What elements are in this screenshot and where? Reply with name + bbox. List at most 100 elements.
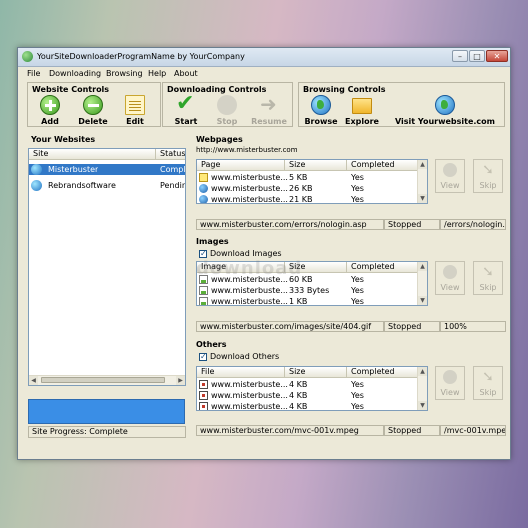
website-row[interactable]: Misterbuster Compl	[29, 164, 186, 175]
menu-browsing[interactable]: Browsing	[106, 69, 143, 78]
scroll-down-arrow-icon[interactable]: ▼	[418, 401, 427, 410]
images-title: Images	[196, 237, 229, 246]
image-row[interactable]: www.misterbuste... 1 KB Yes	[197, 296, 419, 305]
other-row[interactable]: www.misterbuste... 4 KB Yes	[197, 379, 419, 390]
other-row[interactable]: www.misterbuste... 4 KB Yes	[197, 401, 419, 411]
webpage-row[interactable]: www.misterbuste... 21 KB Yes	[197, 194, 419, 204]
other-row[interactable]: www.misterbuste... 4 KB Yes	[197, 390, 419, 401]
webpages-vscroll[interactable]: ▲ ▼	[417, 160, 427, 203]
warning-page-icon	[199, 173, 208, 182]
site-progress-bar	[28, 399, 185, 424]
scroll-left-arrow-icon[interactable]: ◀	[29, 376, 38, 385]
others-list[interactable]: File Size Completed www.misterbuste... 4…	[196, 366, 428, 411]
webpage-row[interactable]: www.misterbuste... 26 KB Yes	[197, 183, 419, 194]
images-view-button[interactable]: View	[435, 261, 465, 295]
view-globe-icon	[443, 163, 457, 177]
scroll-up-arrow-icon[interactable]: ▲	[418, 262, 427, 271]
others-skip-button[interactable]: ➘ Skip	[473, 366, 503, 400]
visit-website-button[interactable]: Visit Yourwebsite.com	[389, 94, 501, 126]
other-completed: Yes	[351, 402, 364, 411]
webpage-size: 5 KB	[289, 173, 308, 182]
menu-file[interactable]: File	[27, 69, 40, 78]
media-file-icon	[199, 402, 208, 410]
webpages-view-button[interactable]: View	[435, 159, 465, 193]
edit-icon	[125, 95, 145, 115]
others-view-button[interactable]: View	[435, 366, 465, 400]
app-window: YourSiteDownloaderProgramName by YourCom…	[17, 47, 511, 460]
download-others-checkbox[interactable]: ✓	[199, 353, 207, 361]
column-site[interactable]: Site	[29, 149, 156, 160]
delete-button[interactable]: Delete	[74, 94, 112, 126]
webpage-size: 21 KB	[289, 195, 313, 204]
download-images-label[interactable]: Download Images	[210, 249, 282, 258]
webpage-row[interactable]: www.misterbuste... 5 KB Yes	[197, 172, 419, 183]
download-images-checkbox[interactable]: ✓	[199, 250, 207, 258]
column-completed[interactable]: Completed	[347, 262, 419, 273]
skip-label: Skip	[479, 283, 497, 292]
explore-button[interactable]: Explore	[343, 94, 381, 126]
close-button[interactable]: ✕	[486, 50, 508, 62]
image-row[interactable]: www.misterbuste... 333 Bytes Yes	[197, 285, 419, 296]
webpages-title: Webpages	[196, 135, 243, 144]
maximize-button[interactable]: □	[469, 50, 485, 62]
website-name: Misterbuster	[48, 165, 99, 174]
scroll-up-arrow-icon[interactable]: ▲	[418, 160, 427, 169]
images-status-state: Stopped	[384, 321, 440, 332]
webpage-completed: Yes	[351, 173, 364, 182]
column-size[interactable]: Size	[285, 367, 347, 378]
website-status: Pendin	[160, 181, 186, 190]
start-button[interactable]: Start	[168, 91, 204, 126]
menu-about[interactable]: About	[174, 69, 198, 78]
others-vscroll[interactable]: ▲ ▼	[417, 367, 427, 410]
edit-button[interactable]: Edit	[118, 94, 152, 126]
webpages-url: http://www.misterbuster.com	[196, 146, 298, 154]
browse-button[interactable]: Browse	[303, 94, 339, 126]
scroll-down-arrow-icon[interactable]: ▼	[418, 194, 427, 203]
website-status: Compl	[160, 165, 186, 174]
globe-page-icon	[199, 195, 208, 203]
explore-label: Explore	[345, 117, 379, 126]
view-label: View	[440, 388, 460, 397]
webpages-skip-button[interactable]: ➘ Skip	[473, 159, 503, 193]
stop-button[interactable]: Stop	[209, 94, 245, 126]
column-size[interactable]: Size	[285, 160, 347, 171]
view-globe-icon	[443, 370, 457, 384]
add-button[interactable]: Add	[33, 94, 67, 126]
download-others-label[interactable]: Download Others	[210, 352, 279, 361]
scroll-down-arrow-icon[interactable]: ▼	[418, 296, 427, 305]
websites-hscroll[interactable]: ◀ ▶	[29, 375, 185, 385]
webpage-name: www.misterbuste...	[211, 173, 288, 182]
scroll-right-arrow-icon[interactable]: ▶	[176, 376, 185, 385]
edit-label: Edit	[126, 117, 144, 126]
column-completed[interactable]: Completed	[347, 367, 419, 378]
images-skip-button[interactable]: ➘ Skip	[473, 261, 503, 295]
image-file-icon	[199, 297, 208, 305]
column-file[interactable]: File	[197, 367, 285, 378]
column-completed[interactable]: Completed	[347, 160, 419, 171]
minimize-button[interactable]: –	[452, 50, 468, 62]
image-completed: Yes	[351, 275, 364, 284]
resume-button[interactable]: Resume	[249, 92, 289, 126]
menu-help[interactable]: Help	[148, 69, 166, 78]
websites-list[interactable]: Site Status Misterbuster Compl Rebrandso…	[28, 148, 186, 386]
skip-arrow-icon: ➘	[482, 162, 494, 178]
title-bar[interactable]: YourSiteDownloaderProgramName by YourCom…	[18, 48, 510, 67]
website-row[interactable]: Rebrandsoftware Pendin	[29, 180, 186, 191]
other-completed: Yes	[351, 391, 364, 400]
webpages-list[interactable]: Page Size Completed www.misterbuste... 5…	[196, 159, 428, 204]
other-size: 4 KB	[289, 391, 308, 400]
delete-label: Delete	[78, 117, 108, 126]
menu-downloading[interactable]: Downloading	[49, 69, 101, 78]
scroll-up-arrow-icon[interactable]: ▲	[418, 367, 427, 376]
column-status[interactable]: Status	[156, 149, 185, 160]
downloading-controls-group: Downloading Controls Start Stop Resume	[162, 82, 293, 127]
column-page[interactable]: Page	[197, 160, 285, 171]
image-completed: Yes	[351, 286, 364, 295]
image-size: 333 Bytes	[289, 286, 330, 295]
other-name: www.misterbuste...	[211, 402, 288, 411]
menu-bar: File Downloading Browsing Help About	[18, 67, 510, 80]
other-size: 4 KB	[289, 402, 308, 411]
images-vscroll[interactable]: ▲ ▼	[417, 262, 427, 305]
websites-hscroll-thumb[interactable]	[41, 377, 165, 383]
arrow-right-icon	[259, 92, 279, 116]
